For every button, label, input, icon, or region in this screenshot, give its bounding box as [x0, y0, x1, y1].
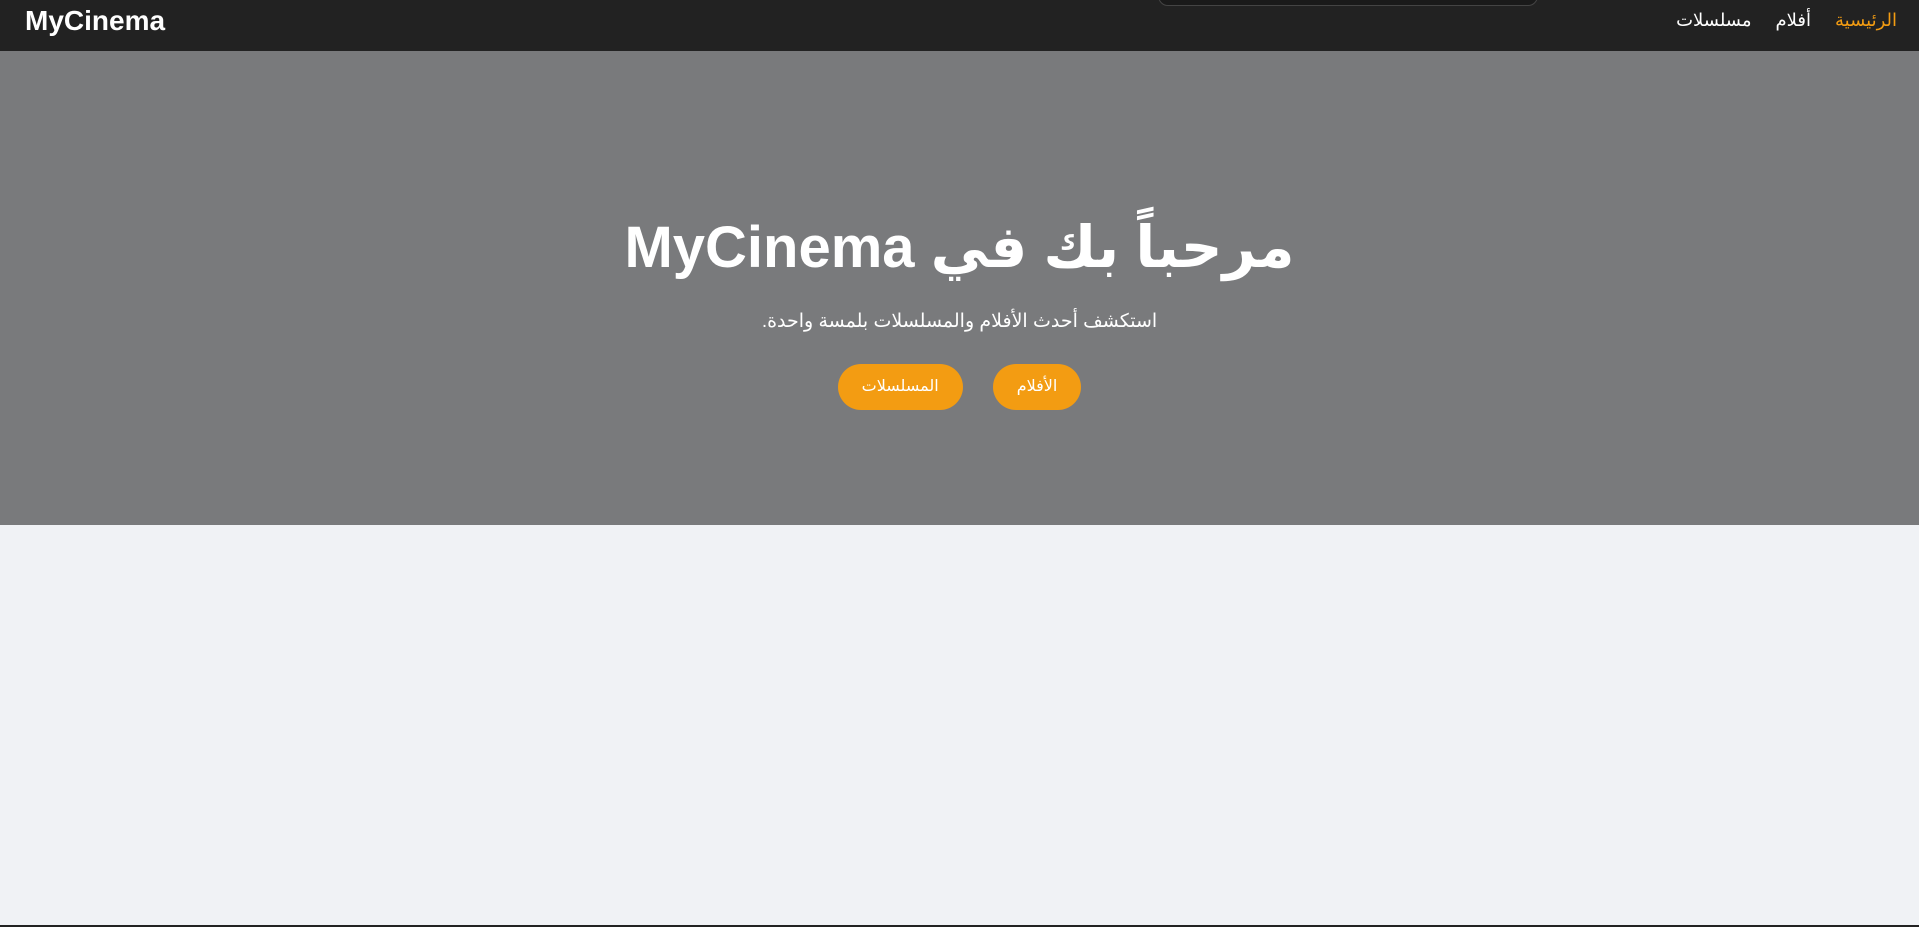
hero-section: مرحباً بك في MyCinema استكشف أحدث الأفلا…	[0, 51, 1919, 525]
main-content	[0, 525, 1919, 925]
hero-title: مرحباً بك في MyCinema	[624, 215, 1295, 280]
brand-logo[interactable]: MyCinema	[25, 4, 165, 38]
series-button[interactable]: المسلسلات	[837, 364, 963, 410]
nav-links: الرئيسية أفلام مسلسلات	[1676, 8, 1897, 32]
nav-link-series[interactable]: مسلسلات	[1676, 8, 1751, 32]
navbar: MyCinema الرئيسية أفلام مسلسلات	[0, 0, 1919, 51]
movies-button[interactable]: الأفلام	[992, 364, 1082, 410]
nav-link-home[interactable]: الرئيسية	[1835, 8, 1897, 32]
search-box[interactable]	[1158, 0, 1538, 6]
hero-subtitle: استكشف أحدث الأفلام والمسلسلات بلمسة واح…	[761, 311, 1158, 332]
hero-buttons: الأفلام المسلسلات	[0, 364, 1919, 410]
nav-link-movies[interactable]: أفلام	[1776, 8, 1812, 32]
